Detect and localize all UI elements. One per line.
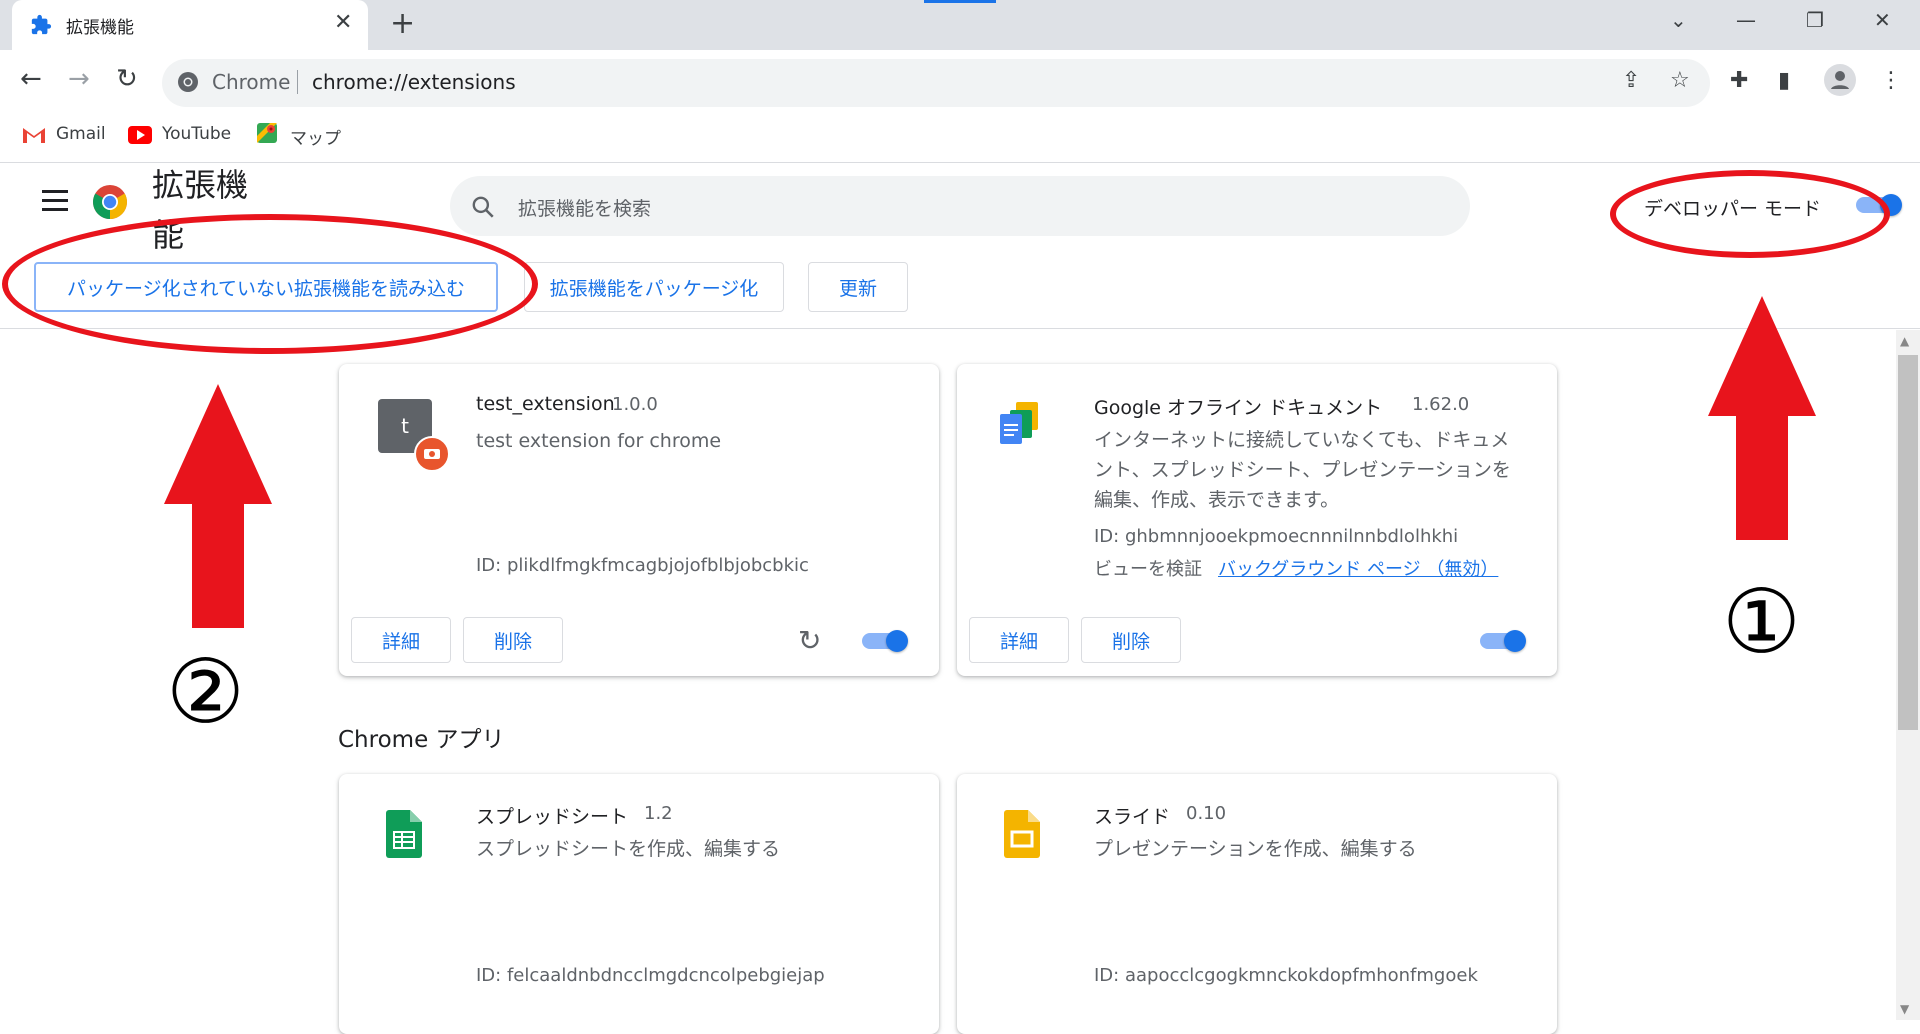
back-button[interactable]: ← [20,64,42,94]
slides-icon [1004,810,1040,858]
tab-search-chevron-icon[interactable]: ⌄ [1670,8,1687,32]
docs-offline-icon [1000,402,1038,444]
extension-description-line: インターネットに接続していなくても、ドキュメ [1094,429,1510,451]
remove-button[interactable]: 削除 [1081,617,1181,663]
chrome-site-icon [178,72,198,92]
omnibox-chrome-label: Chrome [212,70,291,94]
chrome-logo-icon [93,185,127,219]
forward-button[interactable]: → [68,64,90,94]
background-page-link[interactable]: バックグラウンド ページ （無効） [1218,555,1498,581]
extension-name: Google オフライン ドキュメント [1094,397,1383,419]
annotation-ellipse-load-unpacked [2,214,538,354]
side-panel-icon[interactable]: ▮ [1778,68,1790,93]
extension-description-line: 編集、作成、表示できます。 [1094,489,1340,511]
inspect-views-label: ビューを検証 [1094,559,1202,580]
extension-version: 1.62.0 [1412,394,1470,415]
reload-button[interactable]: ↻ [116,64,138,94]
app-description: プレゼンテーションを作成、編集する [1094,838,1417,860]
profile-avatar[interactable] [1824,64,1856,96]
annotation-marker-2: ② [166,640,245,743]
hamburger-menu-icon[interactable] [42,190,68,211]
scroll-up-arrow-icon[interactable]: ▲ [1900,334,1909,348]
pack-extension-button[interactable]: 拡張機能をパッケージ化 [524,262,784,312]
app-card-sheets [339,774,939,1034]
youtube-icon [128,126,152,144]
app-id: ID: felcaaldnbdncclmgdcncolpebgiejap [476,965,825,986]
more-menu-icon[interactable]: ⋮ [1880,68,1902,93]
scroll-down-arrow-icon[interactable]: ▼ [1900,1002,1909,1016]
minimize-button[interactable]: — [1736,8,1756,32]
bookmark-youtube[interactable]: YouTube [162,124,231,144]
annotation-ellipse-developer-mode [1610,170,1890,258]
annotation-marker-1: ① [1722,570,1801,673]
bookmark-maps[interactable]: マップ [290,124,341,149]
remove-button[interactable]: 削除 [463,617,563,663]
details-button[interactable]: 詳細 [351,617,451,663]
extension-enable-toggle[interactable] [862,630,908,652]
bookmark-star-icon[interactable]: ☆ [1670,68,1690,93]
tab-title: 拡張機能 [66,18,134,38]
red-arrow-up-icon [1708,296,1816,540]
tab-strip-indicator [924,0,996,3]
close-tab-icon[interactable]: ✕ [334,10,352,35]
app-card-slides [957,774,1557,1034]
bookmarks-bar [0,116,1920,163]
extension-id: ID: plikdlfmgkfmcagbjojofblbjobcbkic [476,555,809,576]
chrome-apps-heading: Chrome アプリ [338,727,505,753]
app-name: スプレッドシート [476,806,629,828]
reload-extension-icon[interactable]: ↻ [798,624,821,657]
sheets-icon [386,810,422,858]
omnibox-separator [297,70,298,94]
search-placeholder: 拡張機能を検索 [518,198,652,220]
unpacked-badge-icon [414,436,450,472]
extension-name: test_extension [476,393,615,415]
restore-button[interactable]: ❐ [1806,8,1824,32]
share-icon[interactable]: ⇪ [1622,68,1640,93]
window-close-button[interactable]: ✕ [1874,8,1891,32]
app-name: スライド [1094,806,1171,828]
extension-description: test extension for chrome [476,430,722,452]
bookmark-gmail[interactable]: Gmail [56,124,106,144]
app-id: ID: aapocclcgogkmnckokdopfmhonfmgoek [1094,965,1478,986]
extension-id: ID: ghbmnnjooekpmoecnnnilnnbdlolhkhi [1094,526,1459,547]
app-version: 0.10 [1186,803,1227,824]
extensions-puzzle-icon[interactable]: ✚ [1730,68,1748,93]
update-button[interactable]: 更新 [808,262,908,312]
details-button[interactable]: 詳細 [969,617,1069,663]
search-icon [472,196,494,218]
extension-enable-toggle[interactable] [1480,630,1526,652]
red-arrow-up-icon [164,384,272,628]
app-description: スプレッドシートを作成、編集する [476,838,781,860]
new-tab-button[interactable]: + [390,6,415,41]
extension-description-line: ント、スプレッドシート、プレゼンテーションを [1094,459,1511,481]
person-icon [1831,71,1849,89]
gmail-icon [23,128,45,143]
app-version: 1.2 [644,803,673,824]
puzzle-icon [31,14,52,35]
scrollbar-thumb[interactable] [1898,355,1918,730]
maps-icon [257,123,277,143]
extension-version: 1.0.0 [612,394,658,415]
url-text[interactable]: chrome://extensions [312,70,516,94]
